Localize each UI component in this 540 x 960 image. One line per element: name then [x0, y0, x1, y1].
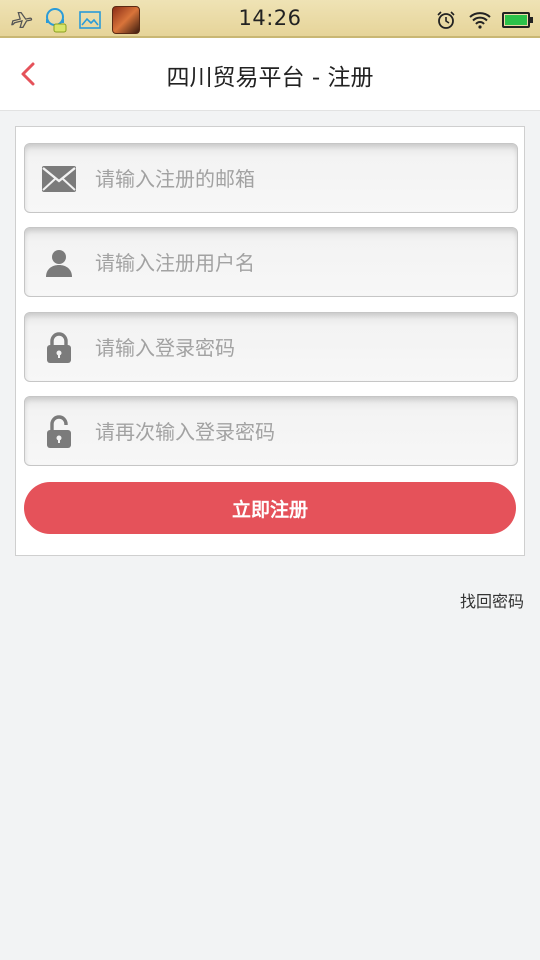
forgot-password-link[interactable]: 找回密码: [460, 588, 524, 612]
password-field[interactable]: [24, 312, 518, 383]
register-form: 立即注册: [15, 126, 525, 556]
wifi-icon: [468, 8, 492, 32]
alarm-icon: [434, 8, 458, 32]
user-icon: [41, 245, 77, 281]
battery-icon: [502, 12, 533, 28]
register-button[interactable]: 立即注册: [24, 482, 516, 534]
battery-level: [505, 15, 527, 25]
app-header: 四川贸易平台 - 注册: [0, 38, 540, 111]
username-field[interactable]: [24, 227, 518, 298]
password-confirm-input[interactable]: [93, 397, 507, 467]
password-input[interactable]: [93, 313, 507, 383]
lock-closed-icon: [41, 330, 77, 366]
status-bar: 14:26: [0, 0, 540, 38]
username-input[interactable]: [93, 228, 507, 298]
email-input[interactable]: [93, 144, 507, 214]
lock-open-icon: [41, 414, 77, 450]
email-field[interactable]: [24, 143, 518, 214]
password-confirm-field[interactable]: [24, 396, 518, 467]
status-bar-system: [434, 8, 533, 32]
envelope-icon: [41, 161, 77, 197]
page-title: 四川贸易平台 - 注册: [166, 65, 374, 91]
